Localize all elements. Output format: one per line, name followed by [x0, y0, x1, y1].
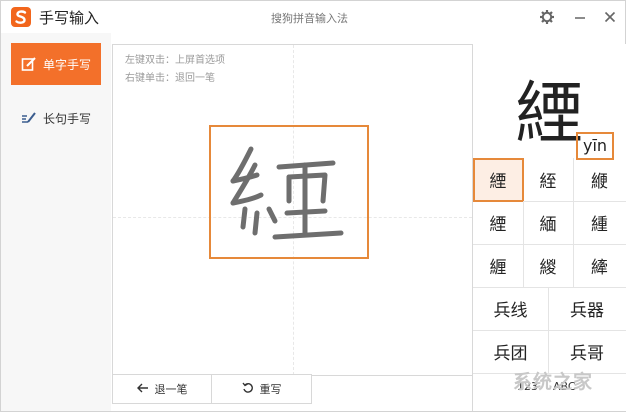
phrase-cell[interactable]: 兵器: [548, 287, 626, 331]
rewrite-button[interactable]: 重写: [212, 375, 311, 403]
pinyin-label: yīn: [576, 132, 614, 160]
arrow-left-icon: [136, 383, 149, 396]
mode-sidebar: 单字手写 长句手写: [1, 33, 111, 411]
handwriting-canvas[interactable]: 左键双击：上屏首选项 右键单击：退回一笔: [112, 44, 473, 376]
canvas-action-bar: 退一笔 重写: [112, 374, 312, 404]
close-icon[interactable]: [602, 9, 618, 25]
undo-stroke-button[interactable]: 退一笔: [113, 375, 211, 403]
handwriting-window: 手写输入 搜狗拼音输入法 单字手写 长句手写 左键双击：上屏首选项 右键单击：退…: [0, 0, 626, 412]
sidebar-item-label: 单字手写: [43, 57, 92, 72]
sidebar-item-sentence[interactable]: 长句手写: [11, 97, 101, 139]
candidate-cell[interactable]: 緬: [523, 201, 574, 245]
phrase-cell[interactable]: 兵线: [473, 287, 549, 331]
pen-square-icon: [21, 56, 37, 72]
pen-lines-icon: [21, 110, 37, 126]
title-bar: 手写输入 搜狗拼音输入法: [1, 1, 625, 33]
sidebar-item-single-char[interactable]: 单字手写: [11, 43, 101, 85]
app-title: 手写输入: [39, 9, 100, 27]
candidate-panel: 緸 yīn 緸 絰 緶 緸 緬 緟 緾 緵 縴 兵线 兵器 兵团 兵哥 123 …: [472, 44, 626, 411]
hint-double-click: 左键双击：上屏首选项: [125, 55, 225, 66]
undo-stroke-label: 退一笔: [154, 383, 188, 396]
candidate-cell[interactable]: 緸: [473, 201, 524, 245]
handwritten-strokes: [230, 146, 344, 240]
candidate-cell[interactable]: 緵: [523, 244, 574, 288]
window-title: 搜狗拼音输入法: [271, 12, 348, 25]
hint-right-click: 右键单击：退回一笔: [125, 73, 215, 84]
candidate-cell[interactable]: 緾: [473, 244, 524, 288]
gear-icon[interactable]: [539, 9, 555, 25]
rewrite-label: 重写: [259, 383, 282, 396]
candidate-cell[interactable]: 緶: [573, 158, 626, 202]
sidebar-item-label: 长句手写: [43, 111, 92, 126]
candidate-cell[interactable]: 絰: [523, 158, 574, 202]
candidate-cell[interactable]: 緸: [473, 158, 524, 202]
refresh-icon: [241, 382, 254, 397]
candidate-cell[interactable]: 縴: [573, 244, 626, 288]
site-watermark: 系统之家: [513, 371, 594, 393]
sogou-logo-icon: [11, 7, 31, 27]
minimize-icon[interactable]: [572, 9, 588, 25]
candidate-cell[interactable]: 緟: [573, 201, 626, 245]
